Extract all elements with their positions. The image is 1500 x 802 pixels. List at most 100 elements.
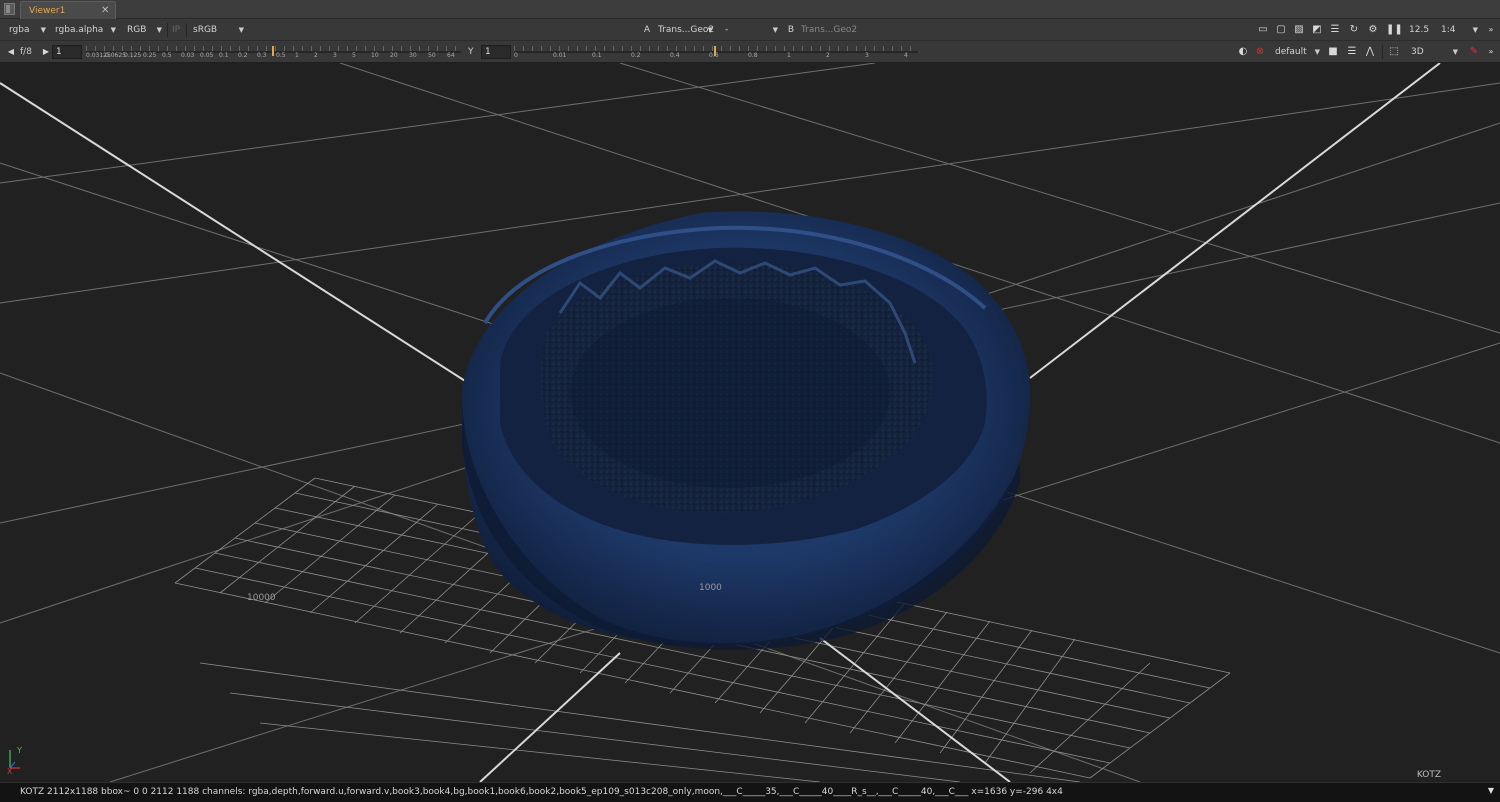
input-b-dropdown[interactable]: Trans...Geo2	[798, 22, 860, 38]
slider-tick-label: 0.2	[238, 52, 248, 59]
refresh-icon[interactable]: ↻	[1348, 23, 1360, 36]
chevron-down-icon: ▼	[1452, 48, 1458, 56]
gear-icon[interactable]: ⚙	[1367, 23, 1379, 36]
input-a-value: Trans...Geo2	[658, 25, 715, 35]
status-bar: KOTZ 2112x1188 bbox~ 0 0 2112 1188 chann…	[0, 782, 1500, 802]
display-channels-dropdown[interactable]: RGB ▼	[124, 22, 164, 38]
gain-field[interactable]: 1	[52, 45, 82, 59]
slider-tick-label: 0.8	[748, 52, 758, 59]
expand-icon[interactable]: »	[1485, 45, 1497, 58]
chevron-down-icon: ▼	[238, 26, 244, 34]
divider	[167, 23, 168, 37]
lut-value: default	[1275, 47, 1307, 57]
slider-tick-label: 0.4	[670, 52, 680, 59]
menu-icon[interactable]: ☰	[1346, 45, 1358, 58]
window-grip-icon[interactable]	[4, 3, 15, 15]
slider-tick-label: 0.1	[592, 52, 602, 59]
slider-tick-label: 0.05	[200, 52, 214, 59]
alpha-channel-value: rgba.alpha	[55, 25, 104, 35]
pause-icon[interactable]: ❚❚	[1386, 23, 1403, 36]
histogram-icon[interactable]: ⋀	[1364, 45, 1376, 58]
frame-icon[interactable]: ▭	[1257, 23, 1269, 36]
grid-label-small: 1000	[699, 583, 722, 593]
close-icon[interactable]: ✕	[101, 5, 109, 16]
input-a-dropdown[interactable]: Trans...Geo2 ▼	[655, 22, 715, 38]
slider-tick-label: 0.6	[709, 52, 719, 59]
slider-tick-label: 1	[295, 52, 299, 59]
input-b-label: B	[787, 25, 795, 35]
slider-tick-label: 4	[904, 52, 908, 59]
viewer-toolbar-top: rgba ▼ rgba.alpha ▼ RGB ▼ IP sRGB ▼ A Trans.…	[0, 19, 1500, 41]
slider-tick-label: 3	[865, 52, 869, 59]
chevron-down-icon: ▼	[1314, 48, 1320, 56]
slider-tick-label: 0.01	[553, 52, 567, 59]
grid-label-large: 10000	[247, 593, 276, 603]
viewer-tag: KOTZ	[1416, 770, 1441, 780]
slider-tick-label: 0.5	[276, 52, 286, 59]
channels-value: rgba	[9, 25, 30, 35]
tab-title: Viewer1	[29, 6, 66, 16]
axis-y-label: Y	[17, 746, 22, 755]
3d-viewport[interactable]: 10000 1000 Y X KOTZ	[0, 63, 1500, 782]
channels-dropdown[interactable]: rgba ▼	[6, 22, 48, 38]
decrease-fstop-icon[interactable]: ◀	[5, 45, 17, 58]
axis-x-label: X	[7, 767, 13, 776]
display-channels-value: RGB	[127, 25, 147, 35]
lut-dropdown[interactable]: default ▼	[1272, 44, 1322, 60]
ip-button[interactable]: IP	[172, 22, 180, 38]
divider	[1382, 45, 1383, 59]
slider-tick-label: 0.25	[143, 52, 157, 59]
slider-tick-label: 2	[314, 52, 318, 59]
light-icon[interactable]: ◐	[1237, 45, 1249, 58]
pick-icon[interactable]: ✎	[1468, 45, 1480, 58]
proxy-dropdown[interactable]: 1:4 ▼	[1438, 22, 1480, 38]
gamma-field[interactable]: 1	[481, 45, 511, 59]
stripes-icon[interactable]: ▨	[1293, 23, 1305, 36]
wipe-icon[interactable]: ◩	[1311, 23, 1323, 36]
region-icon[interactable]: ▢	[1275, 23, 1287, 36]
roi-icon[interactable]: ⬚	[1388, 45, 1400, 58]
status-text: KOTZ 2112x1188 bbox~ 0 0 2112 1188 chann…	[20, 787, 1063, 797]
slider-tick-label: 0	[514, 52, 518, 59]
expand-icon[interactable]: »	[1485, 23, 1497, 36]
slider-tick-label: 0.3	[257, 52, 267, 59]
bowl-floor-shadow	[570, 298, 890, 488]
slider-tick-label: 0.5	[162, 52, 172, 59]
alpha-channel-dropdown[interactable]: rgba.alpha ▼	[52, 22, 118, 38]
slider-tick-label: 3	[333, 52, 337, 59]
fstop-label[interactable]: f/8	[20, 44, 32, 60]
slider-tick-label: 0.1	[219, 52, 229, 59]
view-mode-dropdown[interactable]: 3D ▼	[1408, 44, 1460, 60]
chevron-down-icon[interactable]: ▼	[1488, 786, 1494, 795]
axis-gizmo: Y X	[4, 746, 26, 776]
chevron-down-icon: ▼	[772, 26, 778, 34]
colorspace-value: sRGB	[193, 25, 218, 35]
bowl-geometry	[461, 211, 1030, 650]
chevron-down-icon: ▼	[110, 26, 116, 34]
slider-tick-label: 5	[352, 52, 356, 59]
increase-fstop-icon[interactable]: ▶	[40, 45, 52, 58]
compare-mode-dropdown[interactable]: - ▼	[722, 22, 780, 38]
camera-icon[interactable]: ■	[1327, 45, 1339, 58]
clear-icon[interactable]: ⊗	[1254, 45, 1266, 58]
tab-viewer1[interactable]: Viewer1 ✕	[20, 1, 116, 19]
slider-tick-label: 0.2	[631, 52, 641, 59]
gain-slider-handle[interactable]	[272, 46, 274, 56]
tab-bar: Viewer1 ✕	[0, 0, 1500, 19]
chevron-down-icon: ▼	[156, 26, 162, 34]
zoom-dropdown[interactable]: 12.5	[1406, 22, 1432, 38]
slider-tick-label: 64	[447, 52, 455, 59]
gamma-slider[interactable]: 0 0.01 0.1 0.2 0.4 0.6 0.8 1 2 3 4	[514, 44, 918, 60]
slider-tick-label: 10	[371, 52, 379, 59]
slider-tick-label: 0.125	[124, 52, 142, 59]
slider-tick-label: 30	[409, 52, 417, 59]
slider-tick-label: 0.0625	[105, 52, 126, 59]
compare-mode-value: -	[725, 25, 729, 35]
slider-tick-label: 20	[390, 52, 398, 59]
divider	[186, 23, 187, 37]
chevron-down-icon: ▼	[40, 26, 46, 34]
list-icon[interactable]: ☰	[1329, 23, 1341, 36]
colorspace-dropdown[interactable]: sRGB ▼	[190, 22, 246, 38]
slider-tick-label: 1	[787, 52, 791, 59]
gain-slider[interactable]: 0.03125 0.0625 0.125 0.25 0.5 0.03 0.05 0.1 0.2 0…	[86, 44, 461, 60]
